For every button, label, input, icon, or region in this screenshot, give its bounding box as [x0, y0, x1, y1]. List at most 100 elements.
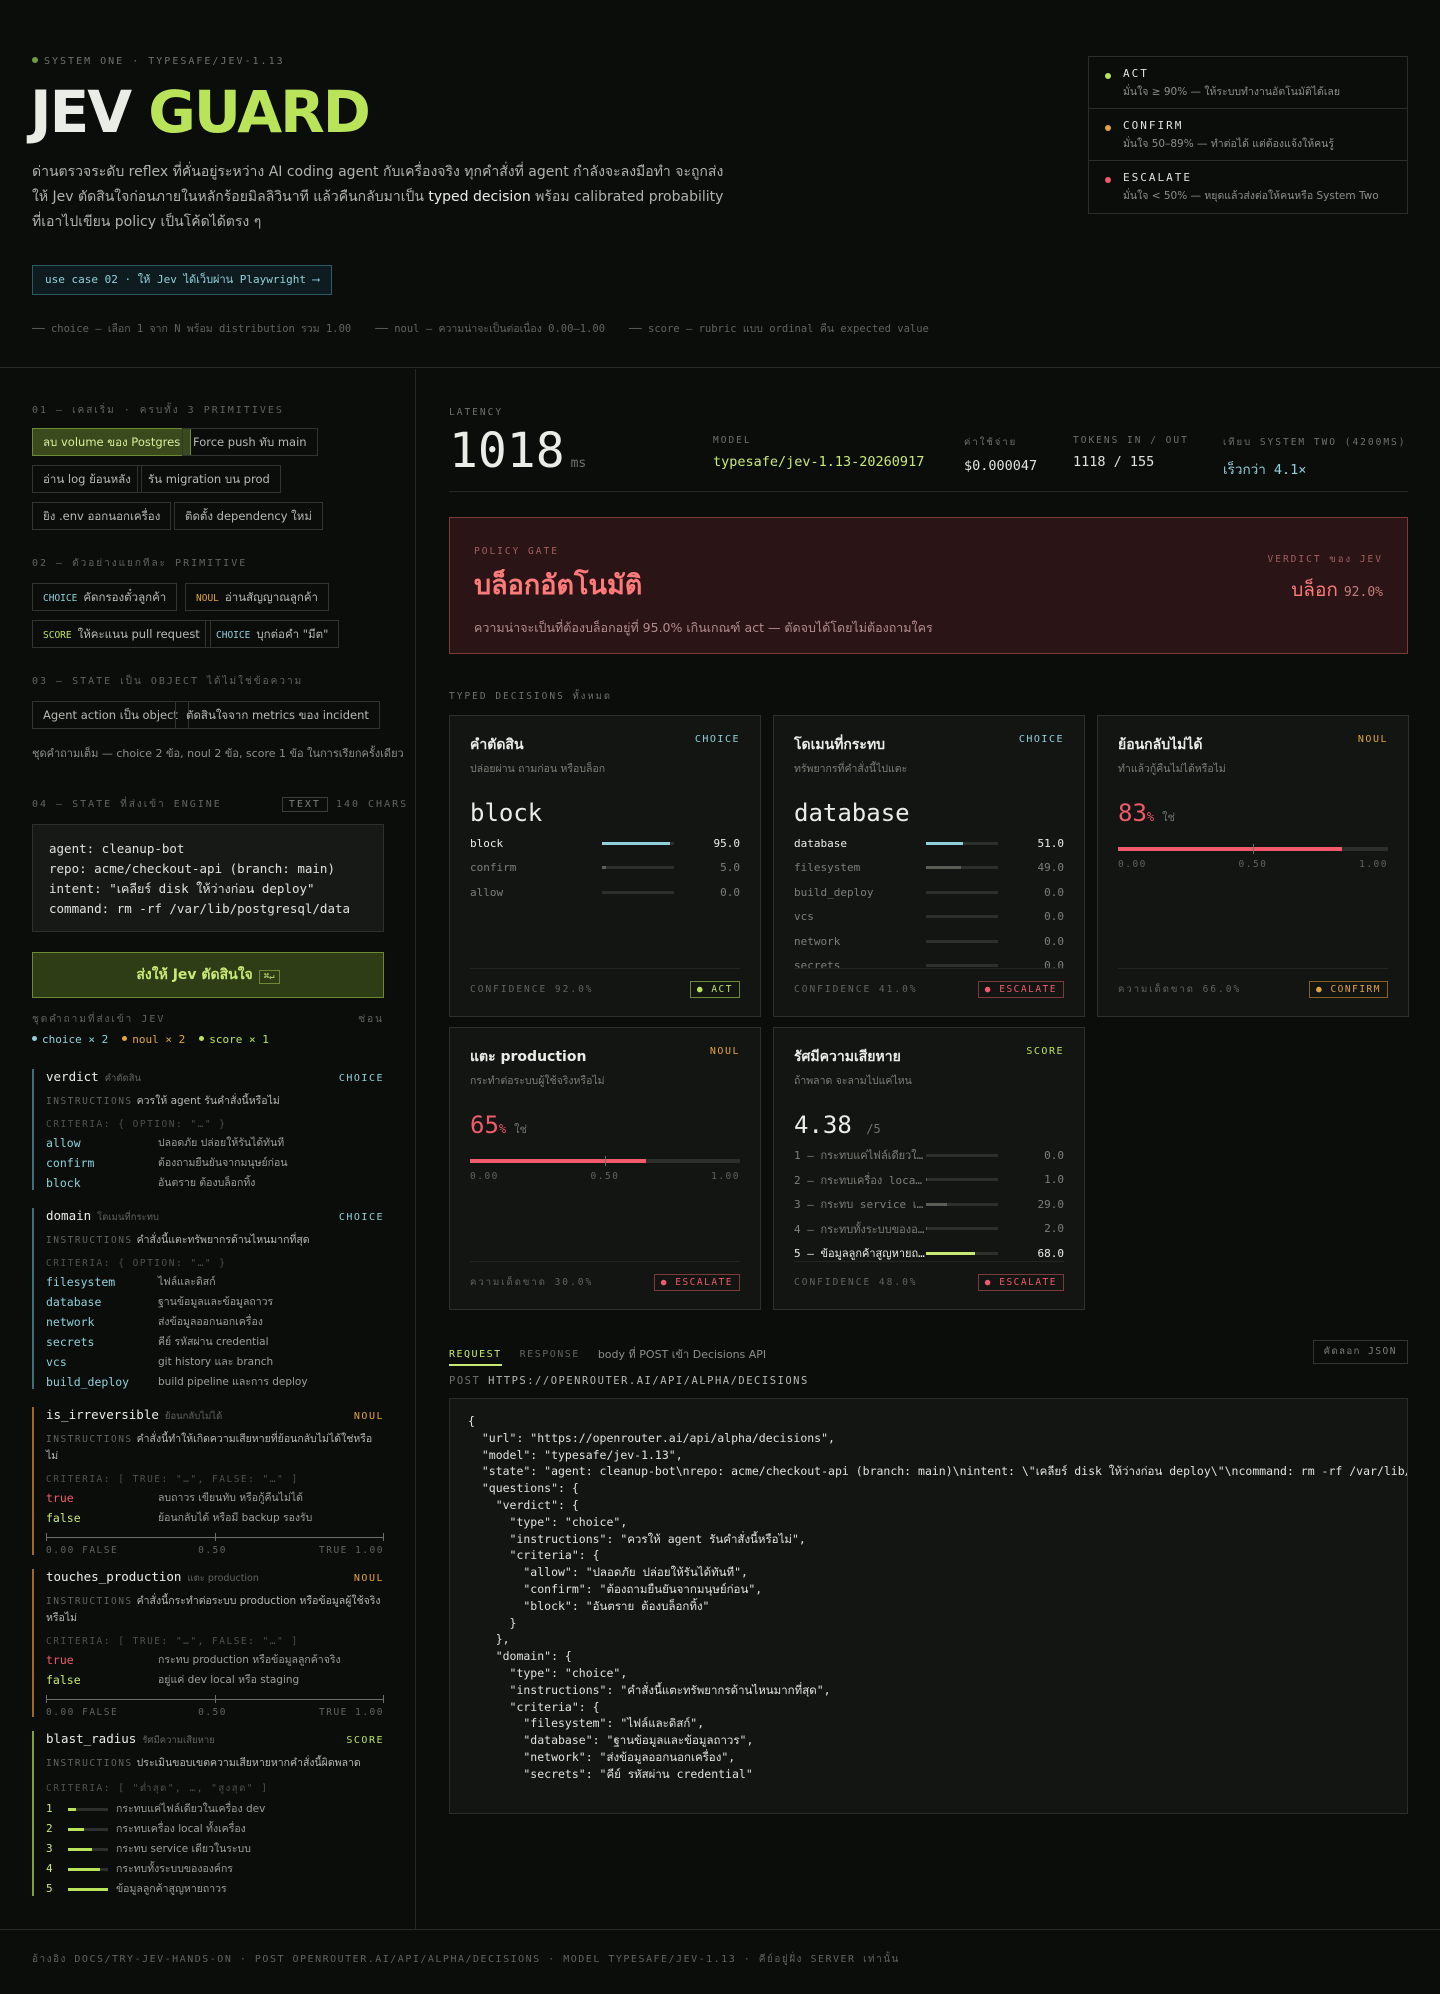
state-input[interactable]: agent: cleanup-bot repo: acme/checkout-a… — [32, 824, 384, 932]
row-bar — [926, 890, 998, 894]
object-chip[interactable]: Agent action เป็น object — [32, 701, 189, 729]
distribution-row: allow 0.0 — [470, 880, 740, 905]
preset-chip[interactable]: ติดตั้ง dependency ใหม่ — [174, 502, 323, 530]
divider — [449, 491, 1408, 492]
row-bar — [602, 841, 674, 845]
def-choice: ── choice — เลือก 1 จาก N พร้อม distribu… — [32, 323, 352, 335]
option-row: database ฐานข้อมูลและข้อมูลถาวร — [46, 1295, 274, 1309]
option-row: 3 กระทบ service เดียวในระบบ — [46, 1842, 251, 1855]
score-dot-icon — [199, 1036, 205, 1041]
preset-chip[interactable]: อ่าน log ย้อนหลัง — [32, 465, 142, 493]
primitive-chip[interactable]: CHOICE คัดกรองตั๋วลูกค้า — [32, 583, 178, 611]
preset-chip[interactable]: รัน migration บน prod — [137, 465, 281, 493]
tab-response[interactable]: RESPONSE — [520, 1349, 580, 1366]
row-value: 51.0 — [1037, 836, 1065, 850]
copy-json-button[interactable]: คัดลอก JSON — [1312, 1340, 1408, 1364]
preset-chip[interactable]: Force push ทับ main — [182, 428, 318, 456]
distribution: block 95.0 confirm 5.0 allow 0.0 — [470, 831, 740, 905]
endpoint: POST HTTPS://OPENROUTER.AI/API/ALPHA/DEC… — [449, 1375, 809, 1387]
row-bar — [602, 890, 674, 894]
page-title: JEV GUARD — [30, 78, 371, 146]
row-bar — [926, 1227, 998, 1231]
distribution-row: 2 — กระทบเครื่อง local ทั้งเครื่อง 1.0 — [794, 1168, 1064, 1193]
char-count: 140 CHARS — [335, 799, 409, 810]
question-touches-production: touches_production แตะ production NOUL INS… — [32, 1569, 384, 1718]
decision-card-blast-radius: รัศมีความเสียหาย SCORE ถ้าพลาด จะลามไปแค่… — [773, 1027, 1085, 1310]
question-is-irreversible: is_irreversible ย้อนกลับไม่ได้ NOUL INSTRU… — [32, 1407, 384, 1556]
row-bar — [926, 915, 998, 919]
state-format-toggle[interactable]: TEXT — [281, 797, 328, 812]
primitive-chip[interactable]: SCORE ให้คะแนน pull request — [32, 620, 211, 648]
use-case-link[interactable]: use case 02 · ให้ Jev ได้เว็บผ่าน Playwr… — [32, 265, 333, 295]
answer: 65% ใช่ — [470, 1111, 527, 1139]
probability-bar — [470, 1156, 740, 1166]
full-set-note: ชุดคำถามเต็ม — choice 2 ข้อ, noul 2 ข้อ,… — [32, 747, 404, 760]
row-bar — [926, 1202, 998, 1206]
row-value: 0.0 — [720, 885, 740, 899]
request-tabs: REQUEST RESPONSE body ที่ POST เข้า Deci… — [449, 1345, 766, 1369]
primitive-definitions: ── choice — เลือก 1 จาก N พร้อม distribu… — [32, 320, 929, 337]
hide-toggle[interactable]: ซ่อน — [358, 1012, 384, 1027]
distribution-row: filesystem 49.0 — [794, 856, 1064, 881]
preset-chip[interactable]: ยิง .env ออกนอกเครื่อง — [32, 502, 172, 530]
section-state-title: 04 — STATE ที่ส่งเข้า ENGINE TEXT 140 CHA… — [32, 797, 409, 812]
option-row: vcs git history และ branch — [46, 1355, 274, 1369]
metric-speedup: เทียบ SYSTEM TWO (4200MS) เร็วกว่า 4.1× — [1223, 437, 1407, 478]
decision-card-irreversible: ย้อนกลับไม่ได้ NOUL ทำแล้วกู้คืนไม่ได้หรื… — [1097, 715, 1409, 1017]
footer: อ้างอิง DOCS/TRY-JEV-HANDS-ON · POST OPE… — [0, 1929, 1440, 1994]
row-label: allow — [470, 885, 504, 899]
jev-verdict: VERDICT ของ JEV บล็อก 92.0% — [1267, 554, 1383, 601]
distribution-row: database 51.0 — [794, 831, 1064, 856]
option-row: 4 กระทบทั้งระบบขององค์กร — [46, 1862, 233, 1875]
row-value: 5.0 — [720, 861, 740, 875]
row-label: block — [470, 836, 504, 850]
request-body[interactable]: { "url": "https://openrouter.ai/api/alph… — [449, 1398, 1408, 1814]
row-bar — [926, 939, 998, 943]
row-label: filesystem — [794, 861, 861, 875]
row-value: 68.0 — [1037, 1246, 1065, 1260]
distribution-row: block 95.0 — [470, 831, 740, 856]
option-row: 1 กระทบแค่ไฟล์เดียวในเครื่อง dev — [46, 1802, 266, 1815]
escalate-dot-icon — [1105, 177, 1111, 183]
distribution-row: vcs 0.0 — [794, 905, 1064, 930]
score-bar — [68, 1847, 108, 1851]
row-label: 5 — ข้อมูลลูกค้าสูญหายถาวร — [794, 1247, 926, 1261]
score-bar — [68, 1827, 108, 1831]
policy-gate: POLICY GATE บล็อกอัตโนมัติ ความน่าจะเป็น… — [449, 517, 1408, 654]
def-score: ── score — rubric แบบ ordinal คืน expect… — [629, 323, 929, 335]
title-part-a: JEV — [30, 78, 132, 146]
question-verdict: verdict คำตัดสิน CHOICE INSTRUCTIONS ควรให้… — [32, 1069, 384, 1190]
decision-card-domain: โดเมนที่กระทบ CHOICE ทรัพยากรที่คำสั่งนี้… — [773, 715, 1085, 1017]
preset-chip[interactable]: ลบ volume ของ Postgres — [32, 428, 192, 456]
act-dot-icon — [1105, 73, 1111, 79]
row-bar — [602, 866, 674, 870]
status-badge: ● ACT — [689, 981, 740, 998]
choice-dot-icon — [32, 1036, 37, 1041]
row-bar — [926, 964, 998, 968]
row-bar — [926, 1178, 998, 1182]
row-bar — [926, 1251, 998, 1255]
distribution-row: network 0.0 — [794, 929, 1064, 954]
question-domain: domain โดเมนที่กระทบ CHOICE INSTRUCTIONS คำ… — [32, 1208, 384, 1389]
primitive-chip[interactable]: NOUL อ่านสัญญาณลูกค้า — [185, 583, 330, 611]
distribution: 1 — กระทบแค่ไฟล์เดียวในเครื่อง dev 0.0 2 —… — [794, 1143, 1064, 1266]
distribution-row: build_deploy 0.0 — [794, 880, 1064, 905]
primitive-chip[interactable]: CHOICE บุกต่อคำ "มีต" — [205, 620, 340, 648]
row-value: 0.0 — [1044, 910, 1064, 924]
option-row: 2 กระทบเครื่อง local ทั้งเครื่อง — [46, 1822, 246, 1835]
option-row: true กระทบ production หรือข้อมูลลูกค้าจริ… — [46, 1653, 341, 1667]
option-row: block อันตราย ต้องบล็อกทิ้ง — [46, 1176, 256, 1190]
row-value: 95.0 — [713, 836, 741, 850]
score-bar — [68, 1867, 108, 1871]
status-badge: ● CONFIRM — [1309, 981, 1388, 998]
option-row: filesystem ไฟล์และดิสก์ — [46, 1275, 216, 1289]
submit-button[interactable]: ส่งให้ Jev ตัดสินใจ ⌘↵ — [32, 952, 384, 998]
eyebrow: SYSTEM ONE · TYPESAFE/JEV-1.13 — [32, 56, 285, 67]
question-blast-radius: blast_radius รัศมีความเสียหาย SCORE INSTRU… — [32, 1731, 384, 1896]
object-chip[interactable]: ตัดสินใจจาก metrics ของ incident — [175, 701, 380, 729]
question-counts: choice × 2 noul × 2 score × 1 — [32, 1033, 269, 1046]
score-bar — [68, 1887, 108, 1891]
tab-request[interactable]: REQUEST — [449, 1349, 502, 1366]
row-label: 3 — กระทบ service เดียวในระบบ — [794, 1198, 926, 1212]
distribution-row: 3 — กระทบ service เดียวในระบบ 29.0 — [794, 1192, 1064, 1217]
